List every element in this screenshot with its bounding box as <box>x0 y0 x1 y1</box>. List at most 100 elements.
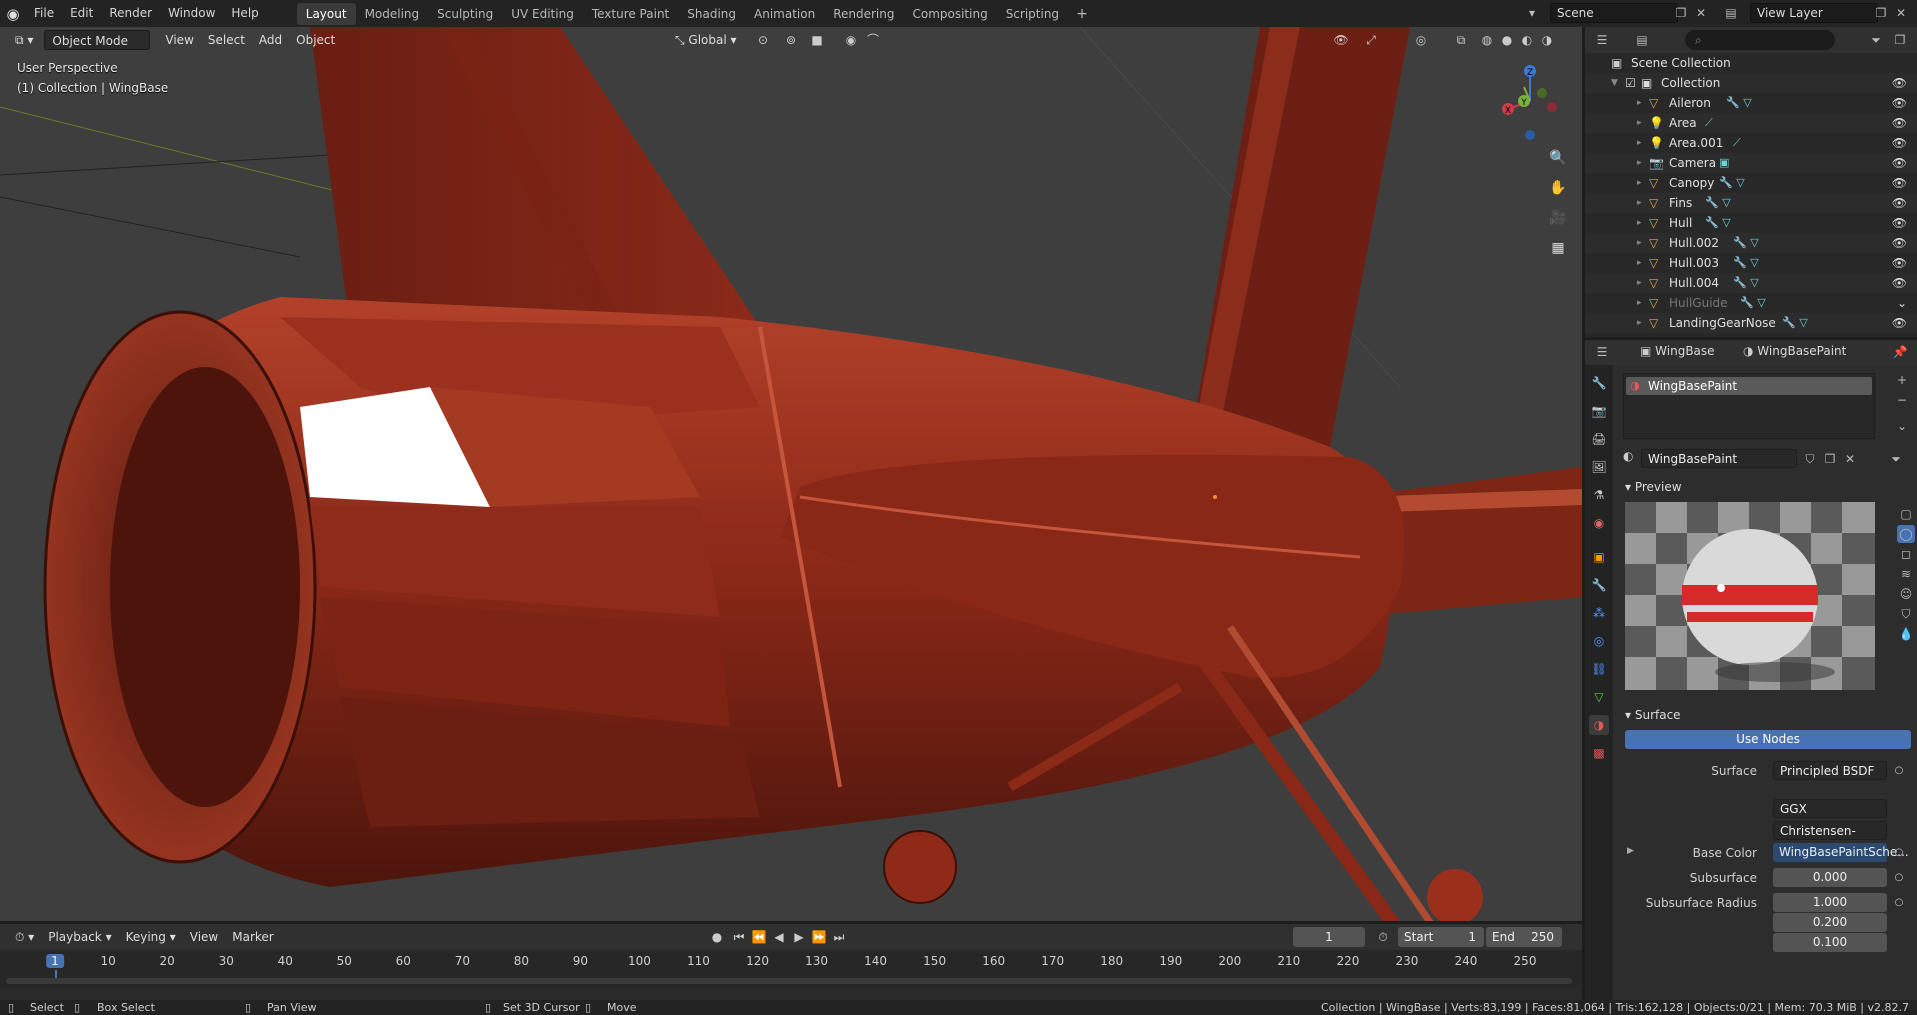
timeline-ruler[interactable]: 1 10 20 30 40 50 60 70 80 90 100 110 120 130 140 150 160… <box>0 950 1582 988</box>
jump-end-icon[interactable]: ⏭ <box>828 927 850 947</box>
menu-select[interactable]: Select <box>201 30 252 50</box>
eye-icon[interactable]: 👁 <box>1892 173 1907 193</box>
tool-tab-icon[interactable]: 🔧 <box>1589 373 1609 393</box>
material-slot-list[interactable]: WingBasePaint ◑ <box>1623 373 1875 439</box>
3d-scene-render[interactable] <box>0 27 1582 921</box>
delete-scene-icon[interactable]: ✕ <box>1692 4 1710 22</box>
surface-panel-header[interactable]: ▾ Surface <box>1615 703 1917 727</box>
texture-tab-icon[interactable]: ▩ <box>1589 743 1609 763</box>
tab-rendering[interactable]: Rendering <box>824 3 903 25</box>
render-tab-icon[interactable]: 📷 <box>1589 401 1609 421</box>
filter-icon[interactable]: ⏷ <box>1867 31 1885 49</box>
base-color-expand-icon[interactable]: ▶ <box>1627 846 1634 856</box>
visibility-icon[interactable]: 👁 <box>1330 30 1352 50</box>
new-view-layer-icon[interactable]: ❐ <box>1872 4 1890 22</box>
pivot-icon[interactable]: ⊙ <box>752 30 774 50</box>
remove-slot-icon[interactable]: − <box>1893 391 1911 409</box>
eye-icon[interactable]: 👁 <box>1892 273 1907 293</box>
subsurface-link-icon[interactable]: ○ <box>1893 868 1905 887</box>
surface-link-icon[interactable]: ○ <box>1893 761 1905 780</box>
data-tab-icon[interactable]: ▽ <box>1589 687 1609 707</box>
navigation-gizmo[interactable]: Z X Y <box>1490 61 1570 141</box>
rendered-shading-icon[interactable]: ◑ <box>1536 30 1558 50</box>
eye-icon[interactable]: 👁 <box>1892 253 1907 273</box>
pin-icon[interactable]: 📌 <box>1891 343 1909 361</box>
end-frame-field[interactable]: End 250 <box>1486 927 1562 947</box>
eye-icon[interactable]: 👁 <box>1892 93 1907 113</box>
subsurface-value-field[interactable]: 0.000 <box>1773 868 1887 887</box>
preview-panel-header[interactable]: ▾ Preview <box>1615 475 1917 499</box>
distribution-dropdown[interactable]: GGX <box>1773 799 1887 818</box>
eye-icon[interactable]: 👁 <box>1892 73 1907 93</box>
particles-tab-icon[interactable]: ⁂ <box>1589 603 1609 623</box>
snap-target-icon[interactable]: ■ <box>806 30 828 50</box>
menu-timeline-view[interactable]: View <box>183 927 225 947</box>
menu-help[interactable]: Help <box>223 0 266 27</box>
expand-arrow-icon[interactable]: ▸ <box>1637 273 1642 293</box>
gizmo-icon[interactable]: ⤢ <box>1360 30 1382 50</box>
scene-tab-icon[interactable]: ⚗ <box>1589 485 1609 505</box>
outliner-item[interactable]: ▸ ▽ Hull.004 🔧 ▽ 👁 <box>1585 273 1917 293</box>
current-frame-field[interactable]: 1 <box>1293 927 1365 947</box>
menu-window[interactable]: Window <box>160 0 223 27</box>
add-slot-icon[interactable]: + <box>1893 371 1911 389</box>
base-color-field[interactable]: WingBasePaintSche... <box>1773 843 1909 862</box>
expand-arrow-icon[interactable]: ▼ <box>1611 73 1618 93</box>
expand-arrow-icon[interactable]: ▸ <box>1637 313 1642 333</box>
proportional-edit-icon[interactable]: ◉ <box>840 30 862 50</box>
tab-modeling[interactable]: Modeling <box>356 3 429 25</box>
expand-arrow-icon[interactable]: ▸ <box>1637 253 1642 273</box>
expand-arrow-icon[interactable]: ▸ <box>1637 233 1642 253</box>
wireframe-shading-icon[interactable]: ◍ <box>1476 30 1498 50</box>
expand-arrow-icon[interactable]: ▸ <box>1637 193 1642 213</box>
eye-icon[interactable]: 👁 <box>1892 213 1907 233</box>
pan-hand-icon[interactable]: ✋ <box>1545 175 1571 201</box>
preview-fluid-icon[interactable]: 💧 <box>1897 625 1915 643</box>
outliner-item[interactable]: ▸ ▽ Hull.002 🔧 ▽ 👁 <box>1585 233 1917 253</box>
output-tab-icon[interactable]: 🖨 <box>1589 429 1609 449</box>
material-tab-icon[interactable]: ◑ <box>1589 715 1609 735</box>
mode-dropdown[interactable]: Object Mode <box>44 30 151 50</box>
zoom-icon[interactable]: 🔍 <box>1545 145 1571 171</box>
slot-specials-icon[interactable]: ⌄ <box>1893 417 1911 435</box>
eye-icon[interactable]: 👁 <box>1892 233 1907 253</box>
eye-icon[interactable]: ⌄ <box>1897 293 1907 313</box>
menu-view[interactable]: View <box>158 30 200 50</box>
overlays-icon[interactable]: ◎ <box>1410 30 1432 50</box>
outliner-item[interactable]: ▸ 💡 Area.001 ⟋ 👁 <box>1585 133 1917 153</box>
preview-cloth-icon[interactable]: ⛉ <box>1897 605 1915 623</box>
tab-sculpting[interactable]: Sculpting <box>428 3 502 25</box>
falloff-icon[interactable]: ⌒ <box>862 30 884 50</box>
breadcrumb-object[interactable]: ▣ WingBase <box>1640 344 1715 358</box>
menu-add[interactable]: Add <box>252 30 289 50</box>
menu-render[interactable]: Render <box>101 0 160 27</box>
preview-cube-icon[interactable]: ◻ <box>1897 545 1915 563</box>
start-frame-field[interactable]: Start 1 <box>1398 927 1484 947</box>
outliner-item[interactable]: ▸ ▽ Fins 🔧 ▽ 👁 <box>1585 193 1917 213</box>
menu-playback[interactable]: Playback ▾ <box>41 927 118 947</box>
ortho-grid-icon[interactable]: ▦ <box>1545 235 1571 261</box>
tab-compositing[interactable]: Compositing <box>903 3 996 25</box>
solid-shading-icon[interactable]: ● <box>1496 30 1518 50</box>
fake-user-icon[interactable]: ⛉ <box>1801 450 1819 468</box>
subsurface-radius-link-icon[interactable]: ○ <box>1893 893 1905 912</box>
prev-keyframe-icon[interactable]: ⏪ <box>748 927 770 947</box>
expand-arrow-icon[interactable]: ▸ <box>1637 293 1642 313</box>
scene-name-field[interactable]: Scene <box>1550 3 1678 23</box>
unlink-material-icon[interactable]: ✕ <box>1841 450 1859 468</box>
menu-edit[interactable]: Edit <box>62 0 101 27</box>
tab-scripting[interactable]: Scripting <box>997 3 1068 25</box>
outliner-search-input[interactable]: ⌕ <box>1685 30 1835 50</box>
outliner-item[interactable]: ▸ 📷 Camera ▣ 👁 <box>1585 153 1917 173</box>
timeline-scrollbar[interactable] <box>6 978 1572 984</box>
surface-shader-dropdown[interactable]: Principled BSDF <box>1773 761 1887 780</box>
expand-arrow-icon[interactable]: ▸ <box>1637 173 1642 193</box>
new-collection-icon[interactable]: ❐ <box>1891 31 1909 49</box>
expand-arrow-icon[interactable]: ▸ <box>1637 93 1642 113</box>
outliner-editor-icon[interactable]: ☰ <box>1593 31 1611 49</box>
preview-hair-icon[interactable]: ≋ <box>1897 565 1915 583</box>
new-scene-icon[interactable]: ❐ <box>1672 4 1690 22</box>
expand-arrow-icon[interactable]: ▸ <box>1637 113 1642 133</box>
outliner-item[interactable]: ▸ ▽ Aileron 🔧 ▽ 👁 <box>1585 93 1917 113</box>
physics-tab-icon[interactable]: ◎ <box>1589 631 1609 651</box>
